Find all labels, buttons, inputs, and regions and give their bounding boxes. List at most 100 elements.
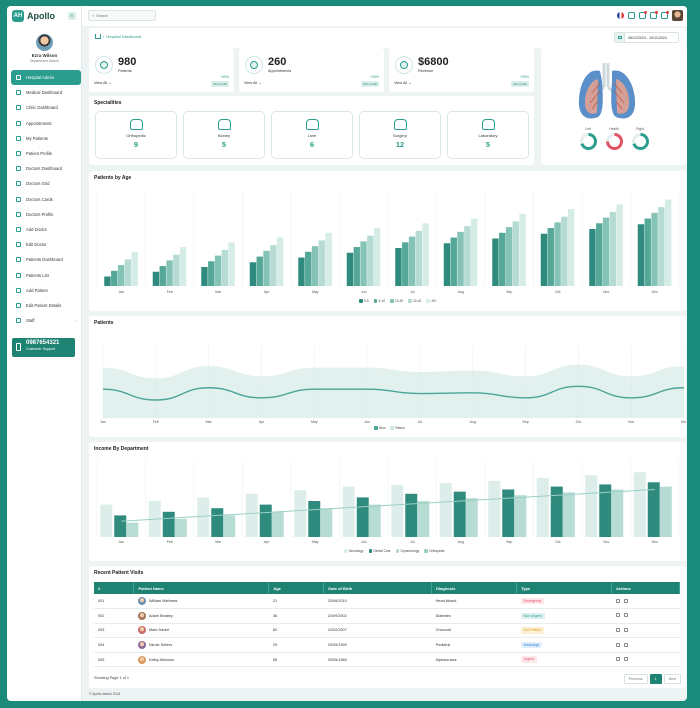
speciality-liver[interactable]: Liver 6 — [271, 111, 353, 159]
column-header[interactable]: Patient Name — [133, 582, 270, 594]
edit-icon[interactable] — [623, 657, 628, 662]
recent-visits-card: Recent Patient Visits # Patient Name Age Da… — [89, 566, 686, 688]
app-logo[interactable]: AH Apollo — [12, 10, 55, 22]
bar-Neurology-Jul — [391, 485, 404, 537]
speciality-kidney[interactable]: Kidney 5 — [183, 111, 265, 159]
sidebar-item-add-doctor[interactable]: Add Doctor — [11, 222, 81, 237]
revenue-icon — [395, 56, 413, 74]
patient-avatar — [137, 626, 146, 635]
sidebar-item-hospital-admin[interactable]: Hospital Admin — [11, 70, 81, 86]
edit-icon[interactable] — [623, 613, 628, 618]
table-row[interactable]: 005 Kathy Atkinson 58 20/05/1989 Alphacruses… — [94, 652, 680, 668]
column-header[interactable]: Age — [268, 582, 325, 594]
prev-page-button[interactable]: Previous — [623, 674, 648, 684]
speciality-surgery[interactable]: Surgery 12 — [359, 111, 441, 159]
legend-item[interactable]: 6-10 — [373, 299, 385, 303]
stat-value: 260 — [268, 56, 287, 68]
legend-item[interactable]: Return — [390, 426, 405, 430]
nav-icon — [16, 242, 21, 248]
sidebar-item-staff[interactable]: Staff › — [11, 313, 81, 328]
sidebar-item-doctors-grid[interactable]: Doctors Grid — [11, 176, 81, 191]
x-tick-label: Jan — [118, 290, 124, 294]
bar-10-20-Mar — [214, 255, 222, 286]
legend-item[interactable]: Gynaecology — [395, 549, 419, 553]
speciality-laboratory[interactable]: Laboratory 5 — [447, 111, 529, 159]
table-row[interactable]: 003 Mark Daniel 82 22/02/2007 Charcoid Out Pa… — [94, 623, 680, 639]
sidebar-item-edit-doctor[interactable]: Edit Doctor — [11, 237, 81, 252]
sidebar-item-doctors-profile[interactable]: Doctors Profile — [11, 207, 81, 222]
legend-item[interactable]: Orthopedic — [424, 549, 445, 553]
sidebar-item-doctors-cards[interactable]: Doctors Cards — [11, 192, 81, 207]
view-all-link[interactable]: View All → — [94, 81, 112, 85]
sidebar-item-appointments[interactable]: Appointments — [11, 116, 81, 131]
edit-icon[interactable] — [623, 642, 628, 647]
column-header[interactable]: Diagnosis — [431, 582, 518, 594]
sidebar-item-add-patient[interactable]: Add Patient — [11, 283, 81, 298]
search-input[interactable] — [96, 13, 152, 18]
table-row[interactable]: 002 Adam Bradley 36 24/09/2002 Diabetes Non U… — [94, 608, 680, 624]
legend-item[interactable]: 20-40 — [408, 299, 421, 303]
edit-icon[interactable] — [623, 598, 628, 603]
bar-40+-May — [325, 232, 332, 286]
sidebar-item-patients-list[interactable]: Patients List — [11, 267, 81, 282]
column-header[interactable]: Type — [516, 582, 613, 594]
table-row[interactable]: 004 Nicole Sellers 29 29/09/1999 Pediatric Di… — [94, 637, 680, 653]
delete-icon[interactable] — [615, 598, 620, 603]
user-avatar[interactable] — [672, 10, 683, 21]
sidebar-item-patients-dashboard[interactable]: Patients Dashboard — [11, 252, 81, 267]
sidebar-item-label: My Patients — [26, 135, 48, 141]
sidebar-item-patient-profile[interactable]: Patient Profile — [11, 146, 81, 161]
page-1-button[interactable]: 1 — [649, 674, 662, 684]
table-row[interactable]: 001 William Mathews 21 20/06/2010 Heart Atta… — [94, 594, 680, 610]
nav-icon — [16, 318, 21, 324]
nav-icon — [16, 166, 21, 172]
top-bar-actions — [617, 10, 683, 21]
speciality-name: Laboratory — [478, 133, 498, 138]
apps-dot — [666, 11, 669, 14]
sidebar-toggle-icon[interactable]: ≡ — [68, 12, 76, 20]
messages-icon[interactable] — [650, 11, 658, 19]
logo-icon: AH — [12, 10, 24, 22]
x-tick-label: Mar — [206, 420, 213, 424]
message-dot — [655, 11, 658, 14]
legend-item[interactable]: New — [374, 426, 385, 430]
settings-icon[interactable] — [628, 12, 635, 19]
delete-icon[interactable] — [615, 627, 620, 632]
view-all-link[interactable]: View All → — [244, 81, 262, 85]
legend-item[interactable]: Neurology — [344, 549, 364, 553]
legend-swatch — [395, 549, 400, 553]
sidebar-item-medical-dashboard[interactable]: Medical Dashboard — [11, 85, 81, 100]
column-header[interactable]: Date of Birth — [323, 582, 433, 594]
notifications-icon[interactable] — [639, 11, 647, 19]
date-range-picker[interactable]: 08/12/2024 - 10/11/2024 — [614, 32, 679, 43]
top-bar: ⌕ — [82, 6, 687, 26]
sidebar-item-edit-patient-details[interactable]: Edit Patient Details — [11, 298, 81, 313]
stat-label: Appointments — [268, 69, 292, 73]
legend-item[interactable]: Dental Care — [368, 549, 391, 553]
home-icon[interactable] — [95, 34, 101, 39]
delete-icon[interactable] — [615, 613, 620, 618]
sidebar-item-clinic-dashboard[interactable]: Clinic Dashboard — [11, 100, 81, 115]
legend-item[interactable]: 40+ — [426, 299, 437, 303]
lungs-card: Left Health Right — [541, 48, 687, 165]
customer-support-card[interactable]: 0987654321 Customer Support — [12, 338, 75, 357]
sidebar-item-doctors-dashboard[interactable]: Doctors Dashboard — [11, 161, 81, 176]
view-all-link[interactable]: View All → — [394, 81, 412, 85]
legend-item[interactable]: 10-20 — [390, 299, 403, 303]
bar-Gynaecology-Aug — [465, 498, 478, 537]
column-header[interactable]: Actions — [611, 582, 680, 594]
column-header[interactable]: # — [94, 582, 135, 594]
edit-icon[interactable] — [623, 627, 628, 632]
delete-icon[interactable] — [615, 642, 620, 647]
apps-icon[interactable] — [661, 11, 669, 19]
sidebar-item-my-patients[interactable]: My Patients — [11, 131, 81, 146]
language-flag-icon[interactable] — [617, 12, 624, 19]
bar-Neurology-Mar — [197, 497, 210, 537]
speciality-orthopedic[interactable]: Orthopedic 9 — [95, 111, 177, 159]
legend-item[interactable]: 0-5 — [359, 299, 369, 303]
x-tick-label: Dec — [681, 420, 686, 424]
avatar[interactable] — [36, 34, 53, 51]
next-page-button[interactable]: Next — [663, 674, 681, 684]
delete-icon[interactable] — [615, 657, 620, 662]
search-box[interactable]: ⌕ — [88, 10, 156, 21]
